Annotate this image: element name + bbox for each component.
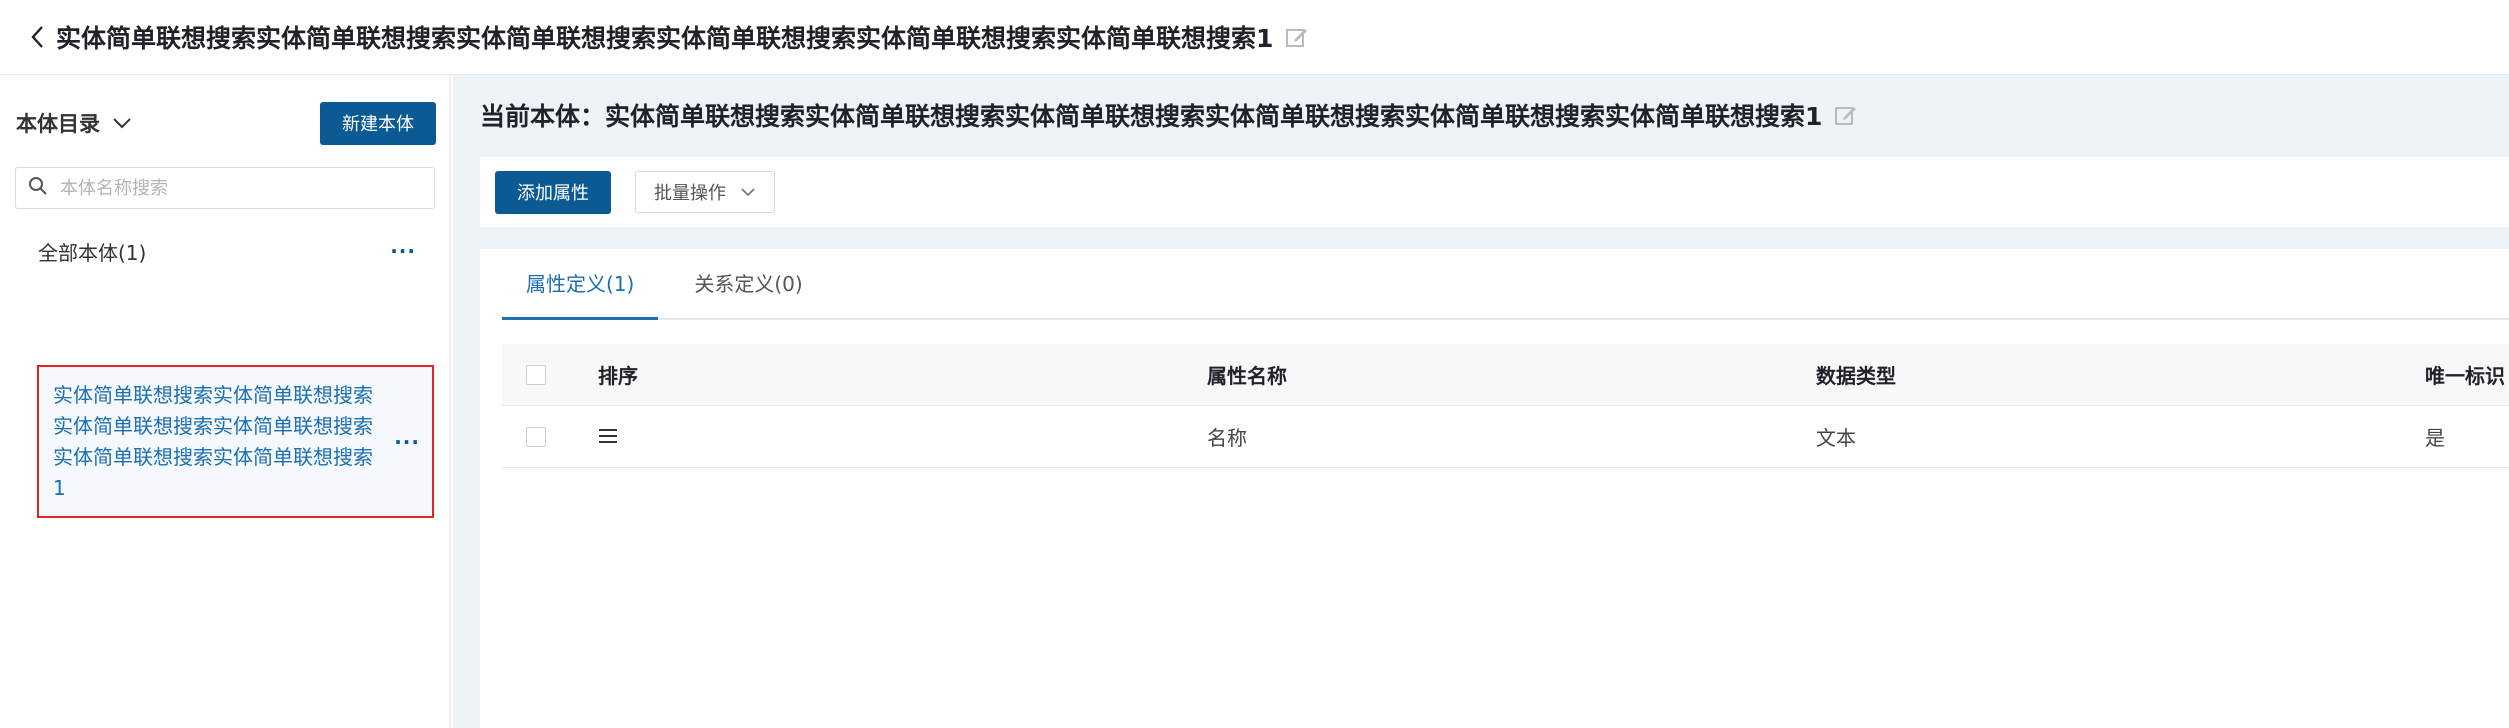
- chevron-down-icon: [112, 117, 132, 129]
- row-checkbox-cell: [502, 426, 598, 447]
- tab-relation-definition[interactable]: 关系定义(0): [670, 247, 826, 318]
- page-title: 实体简单联想搜索实体简单联想搜索实体简单联想搜索实体简单联想搜索实体简单联想搜索…: [56, 24, 1274, 53]
- data-type-cell: 文本: [1816, 426, 1856, 450]
- more-icon[interactable]: ···: [394, 432, 420, 452]
- ontology-search-box: [15, 167, 435, 209]
- drag-handle-icon[interactable]: [598, 428, 618, 444]
- ontology-search-input[interactable]: [60, 177, 420, 199]
- tree-node-all-label: 全部本体(1): [38, 240, 147, 265]
- tab-bar: 属性定义(1) 关系定义(0): [502, 249, 2509, 320]
- current-ontology-name: 实体简单联想搜索实体简单联想搜索实体简单联想搜索实体简单联想搜索实体简单联想搜索…: [605, 102, 1823, 131]
- sidebar: 本体目录 新建本体 全部本体(1) ··· 实体简单联想搜索实体简单联想搜索实体…: [0, 75, 451, 728]
- tree-node-label: 实体简单联想搜索实体简单联想搜索实体简单联想搜索实体简单联想搜索实体简单联想搜索…: [53, 382, 373, 500]
- order-cell: [598, 425, 1207, 449]
- back-icon[interactable]: [26, 22, 48, 52]
- more-icon[interactable]: ···: [390, 241, 416, 261]
- header-checkbox-cell: [502, 364, 598, 385]
- tree-node-all[interactable]: 全部本体(1) ···: [38, 235, 416, 267]
- column-header-name: 属性名称: [1207, 364, 1287, 388]
- unique-id-cell: 是: [2425, 426, 2445, 450]
- table-header-row: 排序 属性名称 数据类型 唯一标识: [502, 344, 2509, 406]
- content-card: 属性定义(1) 关系定义(0) 排序 属性名称 数据类型 唯一标识 名称 文本 …: [480, 249, 2509, 728]
- column-header-order: 排序: [598, 364, 638, 388]
- batch-operations-dropdown[interactable]: 批量操作: [635, 171, 775, 213]
- column-header-type: 数据类型: [1816, 364, 1896, 388]
- new-ontology-button[interactable]: 新建本体: [320, 101, 436, 145]
- current-ontology-header: 当前本体： 实体简单联想搜索实体简单联想搜索实体简单联想搜索实体简单联想搜索实体…: [480, 95, 1858, 135]
- ontology-directory-dropdown[interactable]: 本体目录: [16, 108, 132, 138]
- edit-icon[interactable]: [1285, 25, 1309, 49]
- add-attribute-button[interactable]: 添加属性: [495, 170, 611, 214]
- edit-icon[interactable]: [1834, 103, 1858, 127]
- main-panel: 当前本体： 实体简单联想搜索实体简单联想搜索实体简单联想搜索实体简单联想搜索实体…: [453, 75, 2509, 728]
- top-bar: 实体简单联想搜索实体简单联想搜索实体简单联想搜索实体简单联想搜索实体简单联想搜索…: [0, 0, 2509, 75]
- tab-attribute-definition[interactable]: 属性定义(1): [502, 247, 659, 320]
- row-checkbox[interactable]: [526, 426, 546, 447]
- select-all-checkbox[interactable]: [526, 364, 546, 385]
- search-icon: [28, 176, 48, 200]
- sidebar-title: 本体目录: [16, 112, 100, 136]
- attribute-name-cell: 名称: [1207, 426, 1247, 450]
- tree-node-ontology[interactable]: 实体简单联想搜索实体简单联想搜索实体简单联想搜索实体简单联想搜索实体简单联想搜索…: [37, 365, 434, 518]
- sidebar-header: 本体目录 新建本体: [16, 101, 436, 145]
- column-header-unique: 唯一标识: [2425, 364, 2505, 388]
- toolbar: 添加属性 批量操作: [480, 157, 2509, 227]
- chevron-down-icon: [740, 187, 756, 197]
- table-row: 名称 文本 是: [502, 406, 2509, 468]
- current-ontology-prefix: 当前本体：: [480, 102, 606, 131]
- batch-operations-label: 批量操作: [654, 183, 726, 204]
- attribute-table: 排序 属性名称 数据类型 唯一标识 名称 文本 是: [502, 344, 2509, 468]
